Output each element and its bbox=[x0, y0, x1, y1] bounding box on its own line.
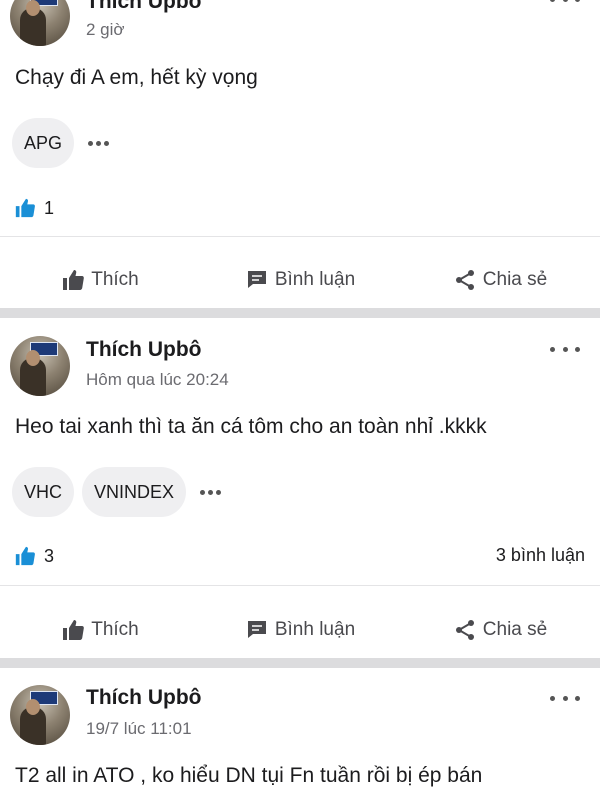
tag-apg[interactable]: APG bbox=[12, 118, 75, 168]
comment-label: Bình luận bbox=[274, 619, 356, 640]
post-actions: Thích Bình luận Chia sẻ bbox=[0, 252, 600, 308]
divider bbox=[0, 585, 600, 586]
tag-list: APG bbox=[12, 118, 110, 168]
more-options-icon[interactable] bbox=[550, 344, 580, 354]
more-options-icon[interactable] bbox=[550, 0, 580, 4]
thumbs-up-icon bbox=[63, 270, 85, 290]
comment-icon bbox=[247, 271, 266, 288]
like-button[interactable]: Thích bbox=[0, 252, 200, 308]
like-reaction-icon bbox=[15, 546, 35, 566]
post: Thích Upbô 2 giờ Chạy đi A em, hết kỳ vọ… bbox=[0, 0, 600, 308]
comment-button[interactable]: Bình luận bbox=[200, 602, 400, 658]
tags-more-icon[interactable] bbox=[200, 489, 222, 495]
comment-icon bbox=[247, 621, 266, 638]
comment-button[interactable]: Bình luận bbox=[200, 252, 400, 308]
post-author[interactable]: Thích Upbô bbox=[86, 338, 201, 362]
share-icon bbox=[455, 270, 474, 290]
tags-more-icon[interactable] bbox=[88, 140, 110, 146]
post-separator bbox=[0, 308, 600, 318]
avatar[interactable] bbox=[10, 0, 70, 46]
share-button[interactable]: Chia sẻ bbox=[400, 602, 600, 658]
divider bbox=[0, 236, 600, 237]
more-options-icon[interactable] bbox=[550, 693, 580, 703]
tag-vnindex[interactable]: VNINDEX bbox=[82, 467, 187, 517]
post-time: Hôm qua lúc 20:24 bbox=[86, 370, 229, 389]
like-count: 1 bbox=[44, 197, 55, 218]
post-content: T2 all in ATO , ko hiểu DN tụi Fn tuần r… bbox=[15, 764, 483, 787]
like-reaction-icon bbox=[15, 198, 35, 218]
post-author[interactable]: Thích Upbô bbox=[86, 0, 201, 14]
avatar[interactable] bbox=[10, 685, 70, 745]
post-time: 19/7 lúc 11:01 bbox=[86, 719, 192, 738]
post: Thích Upbô 19/7 lúc 11:01 T2 all in ATO … bbox=[0, 668, 600, 800]
post-separator bbox=[0, 658, 600, 668]
comment-count[interactable]: 3 bình luận bbox=[496, 545, 585, 566]
like-button[interactable]: Thích bbox=[0, 602, 200, 658]
comment-label: Bình luận bbox=[274, 269, 356, 290]
share-label: Chia sẻ bbox=[482, 619, 548, 640]
post-time: 2 giờ bbox=[86, 20, 125, 39]
like-label: Thích bbox=[91, 269, 139, 290]
reaction-summary[interactable]: 1 bbox=[14, 197, 54, 219]
avatar[interactable] bbox=[10, 336, 70, 396]
reaction-summary[interactable]: 3 bbox=[14, 545, 54, 567]
feed: Thích Upbô 2 giờ Chạy đi A em, hết kỳ vọ… bbox=[0, 0, 600, 800]
post-content: Chạy đi A em, hết kỳ vọng bbox=[15, 66, 258, 89]
post-actions: Thích Bình luận Chia sẻ bbox=[0, 602, 600, 658]
tag-list: VHC VNINDEX bbox=[12, 467, 222, 517]
share-icon bbox=[455, 620, 474, 640]
post: Thích Upbô Hôm qua lúc 20:24 Heo tai xan… bbox=[0, 318, 600, 658]
post-content: Heo tai xanh thì ta ăn cá tôm cho an toà… bbox=[15, 415, 487, 438]
share-label: Chia sẻ bbox=[482, 269, 548, 290]
like-count: 3 bbox=[44, 545, 55, 566]
share-button[interactable]: Chia sẻ bbox=[400, 252, 600, 308]
like-label: Thích bbox=[91, 619, 139, 640]
post-author[interactable]: Thích Upbô bbox=[86, 686, 201, 710]
tag-vhc[interactable]: VHC bbox=[12, 467, 75, 517]
thumbs-up-icon bbox=[63, 620, 85, 640]
